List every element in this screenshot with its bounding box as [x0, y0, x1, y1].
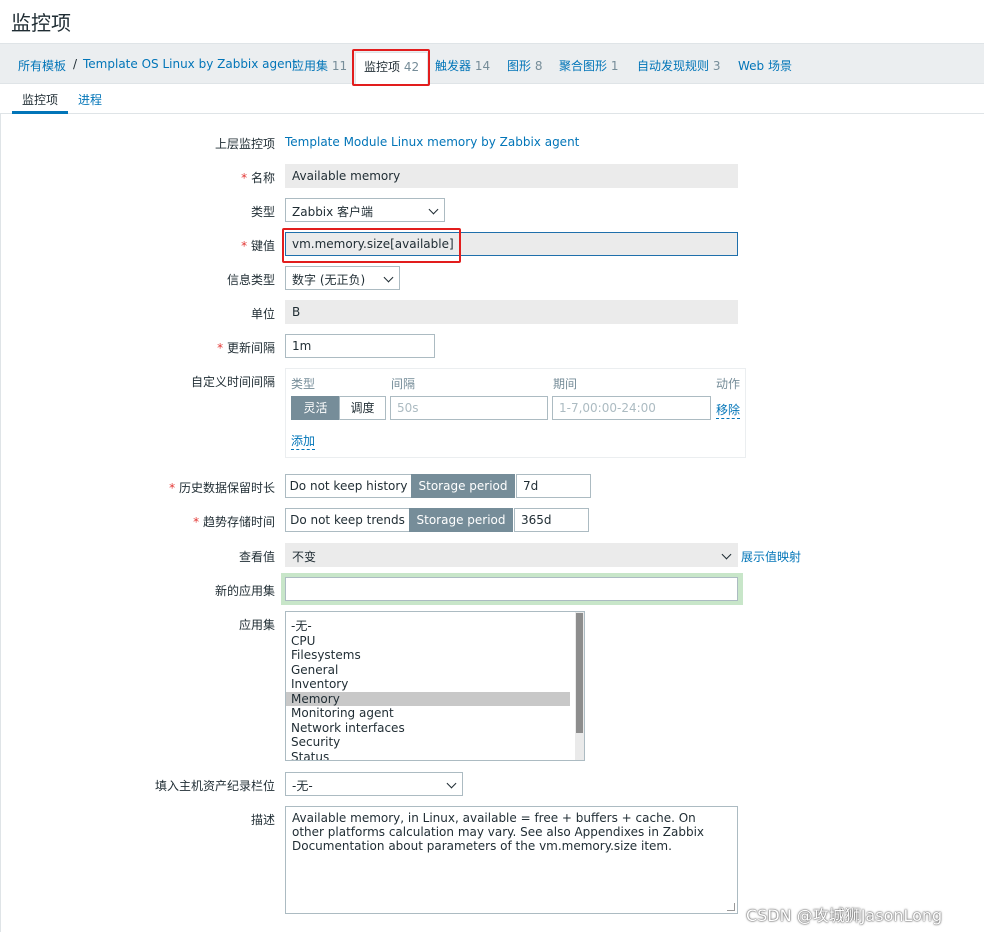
key-label: 键值 [241, 237, 275, 254]
page-title: 监控项 [11, 11, 71, 35]
form-left-border [0, 114, 1, 932]
update-interval-label: 更新间隔 [217, 339, 275, 356]
type-select[interactable]: Zabbix 客户端 [285, 198, 445, 222]
inventory-select[interactable]: -无- [285, 772, 463, 796]
list-item[interactable]: Security [286, 735, 570, 750]
tab-item[interactable]: 监控项 [22, 91, 58, 108]
scrollbar-thumb[interactable] [576, 613, 583, 733]
trends-period-field[interactable]: 365d [514, 508, 589, 532]
history-period-field[interactable]: 7d [516, 474, 591, 498]
chevron-down-icon [428, 204, 439, 215]
description-text: Available memory, in Linux, available = … [292, 811, 705, 853]
info-type-label: 信息类型 [226, 273, 275, 287]
units-field[interactable]: B [285, 300, 738, 324]
breadcrumb-separator: / [73, 57, 78, 71]
nav-screens[interactable]: 聚合图形 1 [559, 57, 618, 74]
interval-placeholder: 50s [397, 401, 419, 415]
valuemap-label: 查看值 [238, 550, 275, 564]
description-label: 描述 [250, 813, 275, 827]
list-item[interactable]: Filesystems [286, 648, 570, 663]
breadcrumb-all-templates[interactable]: 所有模板 [18, 57, 66, 74]
type-select-value: Zabbix 客户端 [292, 205, 374, 219]
applications-listbox[interactable]: -无- CPU Filesystems General Inventory Me… [285, 611, 585, 761]
key-field[interactable]: vm.memory.size[available] [285, 232, 738, 256]
period-placeholder: 1-7,00:00-24:00 [559, 401, 656, 415]
chevron-down-icon [383, 272, 394, 283]
list-item[interactable]: CPU [286, 634, 570, 649]
nav-applications[interactable]: 应用集 11 [292, 57, 347, 74]
applications-label: 应用集 [238, 618, 275, 632]
trends-no-keep-toggle[interactable]: Do not keep trends [285, 508, 410, 532]
update-interval-field[interactable]: 1m [285, 334, 435, 358]
col-interval-header: 间隔 [391, 377, 416, 391]
parent-item-link[interactable]: Template Module Linux memory by Zabbix a… [285, 135, 579, 149]
valuemap-value: 不变 [292, 550, 317, 564]
list-item[interactable]: Inventory [286, 677, 570, 692]
period-input[interactable]: 1-7,00:00-24:00 [552, 396, 711, 420]
add-interval-link[interactable]: 添加 [291, 432, 316, 450]
resize-grip-icon[interactable] [727, 903, 735, 911]
chevron-down-icon [446, 778, 457, 789]
form-tabs: 监控项 进程 [0, 85, 984, 114]
new-application-field[interactable] [285, 577, 738, 601]
nav-discovery-rules[interactable]: 自动发现规则 3 [637, 57, 720, 74]
nav-items[interactable]: 监控项 42 [355, 52, 429, 85]
inventory-label: 填入主机资产纪录栏位 [154, 779, 275, 793]
remove-interval-link[interactable]: 移除 [716, 401, 741, 419]
parent-item-label: 上层监控项 [214, 137, 275, 151]
show-valuemap-link[interactable]: 展示值映射 [741, 548, 801, 565]
new-application-label: 新的应用集 [214, 584, 275, 598]
list-item[interactable]: -无- [286, 619, 570, 634]
tab-process[interactable]: 进程 [78, 91, 102, 108]
units-label: 单位 [250, 307, 275, 321]
breadcrumb-template[interactable]: Template OS Linux by Zabbix agent [83, 57, 297, 71]
name-label: 名称 [241, 169, 275, 186]
custom-intervals-label: 自定义时间间隔 [190, 375, 275, 389]
nav-web-scenarios[interactable]: Web 场景 [738, 57, 792, 74]
list-item[interactable]: Monitoring agent [286, 706, 570, 721]
trends-label: 趋势存储时间 [193, 513, 275, 530]
trends-storage-toggle[interactable]: Storage period [409, 508, 513, 532]
list-item[interactable]: Network interfaces [286, 721, 570, 736]
inventory-value: -无- [292, 779, 313, 793]
flexible-toggle[interactable]: 灵活 [291, 396, 340, 420]
history-no-keep-toggle[interactable]: Do not keep history [285, 474, 412, 498]
valuemap-select[interactable]: 不变 [285, 543, 738, 567]
watermark: CSDN @攻城狮JasonLong [746, 906, 943, 925]
col-period-header: 期间 [553, 377, 578, 391]
nav-triggers[interactable]: 触发器 14 [435, 57, 490, 74]
history-label: 历史数据保留时长 [169, 479, 275, 496]
interval-input[interactable]: 50s [390, 396, 548, 420]
list-item[interactable]: General [286, 663, 570, 678]
list-item-selected[interactable]: Memory [286, 691, 570, 706]
scheduling-toggle[interactable]: 调度 [339, 396, 386, 420]
description-textarea[interactable]: Available memory, in Linux, available = … [285, 806, 738, 914]
type-label: 类型 [250, 205, 275, 219]
listbox-scrollbar[interactable] [575, 612, 584, 760]
col-type-header: 类型 [291, 377, 316, 391]
navigation-bar: 所有模板 / Template OS Linux by Zabbix agent… [0, 43, 984, 85]
col-action-header: 动作 [716, 377, 741, 391]
info-type-select[interactable]: 数字 (无正负) [285, 266, 400, 290]
history-storage-toggle[interactable]: Storage period [411, 474, 515, 498]
chevron-down-icon [721, 549, 732, 560]
info-type-value: 数字 (无正负) [292, 273, 366, 287]
name-field[interactable]: Available memory [285, 164, 738, 188]
list-item[interactable]: Status [286, 750, 570, 761]
active-tab-indicator [12, 111, 68, 114]
nav-graphs[interactable]: 图形 8 [507, 57, 542, 74]
